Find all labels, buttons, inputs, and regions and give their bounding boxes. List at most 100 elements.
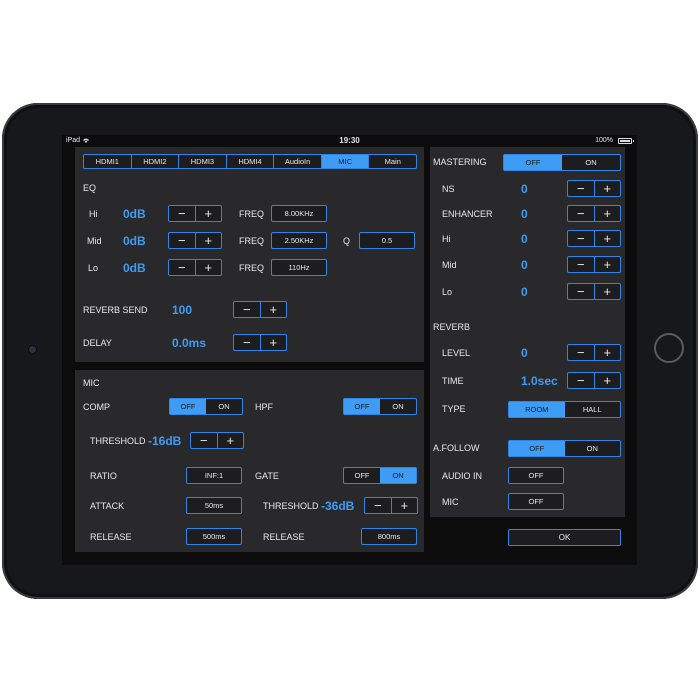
release-field[interactable]: 500ms (186, 528, 242, 545)
eq-hi-plus-button[interactable]: + (194, 206, 222, 221)
reverb-level-stepper: − + (567, 344, 621, 361)
reverb-type-hall-option[interactable]: HALL (565, 402, 621, 417)
reverb-send-minus-button[interactable]: − (234, 302, 260, 317)
comp-on-option[interactable]: ON (206, 399, 242, 414)
mic-panel: MIC COMP OFF ON HPF OFF ON THRESHOLD -16… (75, 370, 424, 552)
reverb-send-value: 100 (172, 303, 193, 317)
tab-hdmi2[interactable]: HDMI2 (132, 155, 180, 168)
release-label: RELEASE (90, 532, 132, 542)
reverb-type-label: TYPE (442, 404, 466, 414)
eq-hi-stepper: − + (168, 205, 222, 222)
delay-plus-button[interactable]: + (259, 335, 287, 350)
afollow-label: A.FOLLOW (433, 443, 480, 453)
afollow-off-option[interactable]: OFF (509, 441, 565, 456)
ratio-field[interactable]: INF:1 (186, 467, 242, 484)
eq-lo-freq-field[interactable]: 110Hz (271, 259, 327, 276)
eq-mid-freq-label: FREQ (239, 236, 265, 246)
reverb-time-stepper: − + (567, 372, 621, 389)
ns-minus-button[interactable]: − (568, 181, 594, 196)
mastering-panel: MASTERING OFF ON NS 0 − + ENHANCER 0 − +… (430, 147, 625, 517)
eq-lo-freq-label: FREQ (239, 263, 265, 273)
eq-hi-value: 0dB (123, 207, 146, 221)
eq-title: EQ (83, 183, 97, 193)
mic-follow-field[interactable]: OFF (508, 493, 564, 510)
channel-tabs: HDMI1 HDMI2 HDMI3 HDMI4 AudioIn MIC Main (83, 154, 417, 169)
reverb-send-label: REVERB SEND (83, 305, 148, 315)
delay-value: 0.0ms (172, 336, 207, 350)
attack-field[interactable]: 50ms (186, 497, 242, 514)
afollow-on-option[interactable]: ON (565, 441, 621, 456)
tab-hdmi4[interactable]: HDMI4 (227, 155, 275, 168)
reverb-level-value: 0 (521, 346, 528, 360)
mastering-hi-stepper: − + (567, 230, 621, 247)
mastering-mid-plus-button[interactable]: + (593, 257, 621, 272)
comp-off-option[interactable]: OFF (170, 399, 206, 414)
gate-threshold-minus-button[interactable]: − (365, 498, 391, 513)
eq-mid-plus-button[interactable]: + (194, 233, 222, 248)
enhancer-stepper: − + (567, 205, 621, 222)
audio-in-label: AUDIO IN (442, 471, 483, 481)
ok-button[interactable]: OK (508, 529, 621, 546)
tab-hdmi1[interactable]: HDMI1 (84, 155, 132, 168)
tab-audioin[interactable]: AudioIn (274, 155, 322, 168)
tab-mic[interactable]: MIC (321, 155, 370, 168)
mastering-mid-stepper: − + (567, 256, 621, 273)
reverb-level-label: LEVEL (442, 348, 471, 358)
gate-off-option[interactable]: OFF (344, 468, 380, 483)
mastering-lo-label: Lo (442, 287, 453, 297)
comp-threshold-plus-button[interactable]: + (216, 433, 244, 448)
reverb-level-minus-button[interactable]: − (568, 345, 594, 360)
reverb-time-minus-button[interactable]: − (568, 373, 594, 388)
gate-threshold-value: -36dB (321, 499, 355, 513)
mastering-lo-plus-button[interactable]: + (593, 284, 621, 299)
eq-lo-minus-button[interactable]: − (169, 260, 195, 275)
status-battery-text: 100% (595, 137, 613, 144)
gate-release-field[interactable]: 800ms (361, 528, 417, 545)
hpf-on-option[interactable]: ON (380, 399, 416, 414)
hpf-toggle: OFF ON (343, 398, 417, 415)
mastering-lo-minus-button[interactable]: − (568, 284, 594, 299)
home-button[interactable] (654, 333, 684, 363)
mastering-on-option[interactable]: ON (562, 155, 620, 170)
mastering-hi-value: 0 (521, 232, 528, 246)
gate-label: GATE (255, 471, 279, 481)
ns-plus-button[interactable]: + (593, 181, 621, 196)
hpf-off-option[interactable]: OFF (344, 399, 380, 414)
reverb-type-room-option[interactable]: ROOM (509, 402, 565, 417)
comp-threshold-minus-button[interactable]: − (191, 433, 217, 448)
enhancer-value: 0 (521, 207, 528, 221)
gate-on-option[interactable]: ON (380, 468, 416, 483)
mastering-hi-plus-button[interactable]: + (593, 231, 621, 246)
eq-hi-minus-button[interactable]: − (169, 206, 195, 221)
reverb-send-plus-button[interactable]: + (259, 302, 287, 317)
eq-q-field[interactable]: 0.5 (359, 232, 415, 249)
reverb-time-plus-button[interactable]: + (593, 373, 621, 388)
mastering-hi-minus-button[interactable]: − (568, 231, 594, 246)
delay-stepper: − + (233, 334, 287, 351)
reverb-type-toggle: ROOM HALL (508, 401, 621, 418)
comp-threshold-value: -16dB (148, 434, 182, 448)
gate-threshold-plus-button[interactable]: + (390, 498, 418, 513)
ratio-label: RATIO (90, 471, 117, 481)
eq-mid-label: Mid (87, 236, 102, 246)
audio-in-field[interactable]: OFF (508, 467, 564, 484)
reverb-send-stepper: − + (233, 301, 287, 318)
eq-mid-minus-button[interactable]: − (169, 233, 195, 248)
tab-main[interactable]: Main (369, 155, 416, 168)
delay-minus-button[interactable]: − (234, 335, 260, 350)
enhancer-plus-button[interactable]: + (593, 206, 621, 221)
mastering-lo-value: 0 (521, 285, 528, 299)
gate-release-label: RELEASE (263, 532, 305, 542)
enhancer-minus-button[interactable]: − (568, 206, 594, 221)
ns-label: NS (442, 184, 455, 194)
eq-hi-label: Hi (89, 209, 98, 219)
eq-hi-freq-field[interactable]: 8.00KHz (271, 205, 327, 222)
mastering-mid-minus-button[interactable]: − (568, 257, 594, 272)
eq-lo-plus-button[interactable]: + (194, 260, 222, 275)
mastering-off-option[interactable]: OFF (504, 155, 562, 170)
afollow-toggle: OFF ON (508, 440, 621, 457)
reverb-level-plus-button[interactable]: + (593, 345, 621, 360)
tab-hdmi3[interactable]: HDMI3 (179, 155, 227, 168)
eq-mid-freq-field[interactable]: 2.50KHz (271, 232, 327, 249)
gate-threshold-label: THRESHOLD (263, 501, 319, 511)
